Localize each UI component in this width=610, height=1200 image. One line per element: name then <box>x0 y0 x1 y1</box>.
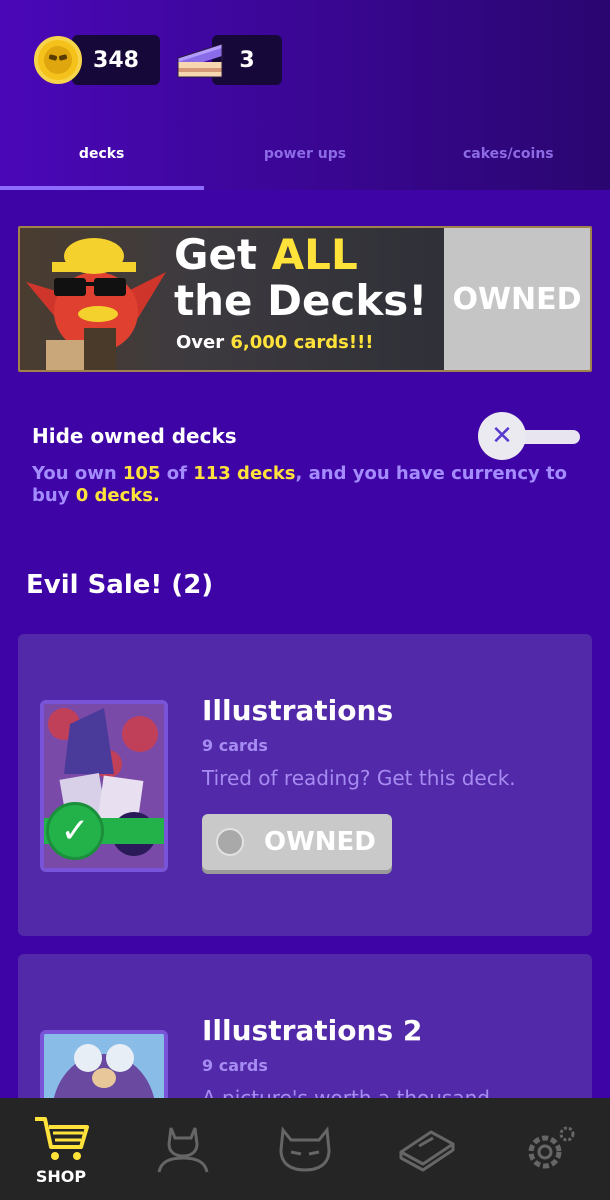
nav-shop-label: SHOP <box>35 1166 87 1186</box>
hide-owned-toggle[interactable]: ✕ <box>478 412 582 460</box>
deck-card[interactable]: ✓ Illustrations 9 cards Tired of reading… <box>18 634 592 936</box>
tab-decks[interactable]: decks <box>0 120 203 190</box>
nav-profile[interactable] <box>122 1098 244 1200</box>
deck-icon <box>399 1130 455 1172</box>
checkmark-icon: ✓ <box>46 802 104 860</box>
gear-icon <box>528 1126 575 1169</box>
bottom-nav: SHOP <box>0 1098 610 1200</box>
deck-description: Tired of reading? Get this deck. <box>202 766 516 790</box>
nav-devil[interactable] <box>244 1098 366 1200</box>
deck-card-count: 9 cards <box>202 1056 268 1075</box>
nav-shop[interactable]: SHOP <box>0 1098 122 1200</box>
profile-icon <box>157 1127 209 1173</box>
top-header: 348 3 decks power ups cakes/coins <box>0 0 610 190</box>
deck-name: Illustrations 2 <box>202 1014 423 1047</box>
deck-card[interactable]: Illustrations 2 9 cards A picture's wort… <box>18 954 592 1104</box>
cart-icon <box>35 1116 89 1160</box>
banner-owned-button[interactable]: OWNED <box>444 228 590 370</box>
banner-subtitle: Over 6,000 cards!!! <box>176 332 374 353</box>
shop-tabs: decks power ups cakes/coins <box>0 120 610 190</box>
deck-card-count: 9 cards <box>202 736 268 755</box>
cake-icon <box>177 43 223 78</box>
nav-settings[interactable] <box>488 1098 610 1200</box>
tab-cakes-coins[interactable]: cakes/coins <box>407 120 610 190</box>
deck-owned-button[interactable]: OWNED <box>202 814 392 870</box>
nav-decks[interactable] <box>366 1098 488 1200</box>
deck-thumbnail: ✓ <box>40 700 168 872</box>
all-decks-banner[interactable]: Get ALL the Decks! Over 6,000 cards!!! O… <box>18 226 592 372</box>
ownership-summary: You own 105 of 113 decks, and you have c… <box>32 463 567 506</box>
deck-thumbnail <box>40 1030 168 1104</box>
tab-power-ups[interactable]: power ups <box>203 120 406 190</box>
deck-name: Illustrations <box>202 694 394 727</box>
coin-icon <box>34 36 82 84</box>
close-icon: ✕ <box>478 412 526 460</box>
goblin-mascot-icon <box>26 238 166 370</box>
hide-owned-label: Hide owned decks <box>32 424 237 448</box>
coin-icon <box>216 828 244 856</box>
coin-balance[interactable]: 348 <box>72 34 160 86</box>
coin-amount: 348 <box>72 35 160 85</box>
banner-title: Get ALL the Decks! <box>174 230 428 325</box>
active-tab-indicator <box>0 186 204 190</box>
devil-face-icon <box>279 1126 331 1172</box>
section-title: Evil Sale! (2) <box>26 570 214 600</box>
